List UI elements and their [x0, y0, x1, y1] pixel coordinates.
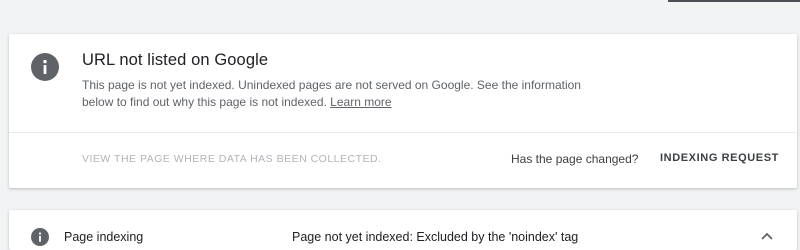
page-indexing-row[interactable]: Page indexing Page not yet indexed: Excl… [9, 210, 797, 250]
info-icon [31, 53, 59, 81]
request-indexing-button[interactable]: INDEXING REQUEST [660, 152, 779, 164]
page-changed-question: Has the page changed? [511, 152, 639, 166]
url-status-card: URL not listed on Google This page is no… [9, 34, 797, 188]
info-icon [31, 228, 49, 246]
card-description: This page is not yet indexed. Unindexed … [82, 77, 582, 111]
top-strip [0, 0, 800, 34]
learn-more-link[interactable]: Learn more [330, 95, 391, 109]
info-glyph [38, 232, 42, 242]
top-right-tab-indicator [668, 0, 800, 2]
card-action-row: VIEW THE PAGE WHERE DATA HAS BEEN COLLEC… [9, 133, 797, 188]
card-title: URL not listed on Google [82, 51, 269, 69]
info-glyph [43, 59, 47, 74]
page-indexing-label: Page indexing [64, 230, 144, 244]
page-indexing-value: Page not yet indexed: Excluded by the 'n… [292, 230, 579, 244]
chevron-up-icon[interactable] [759, 228, 775, 244]
view-crawled-page-link[interactable]: VIEW THE PAGE WHERE DATA HAS BEEN COLLEC… [82, 153, 382, 165]
